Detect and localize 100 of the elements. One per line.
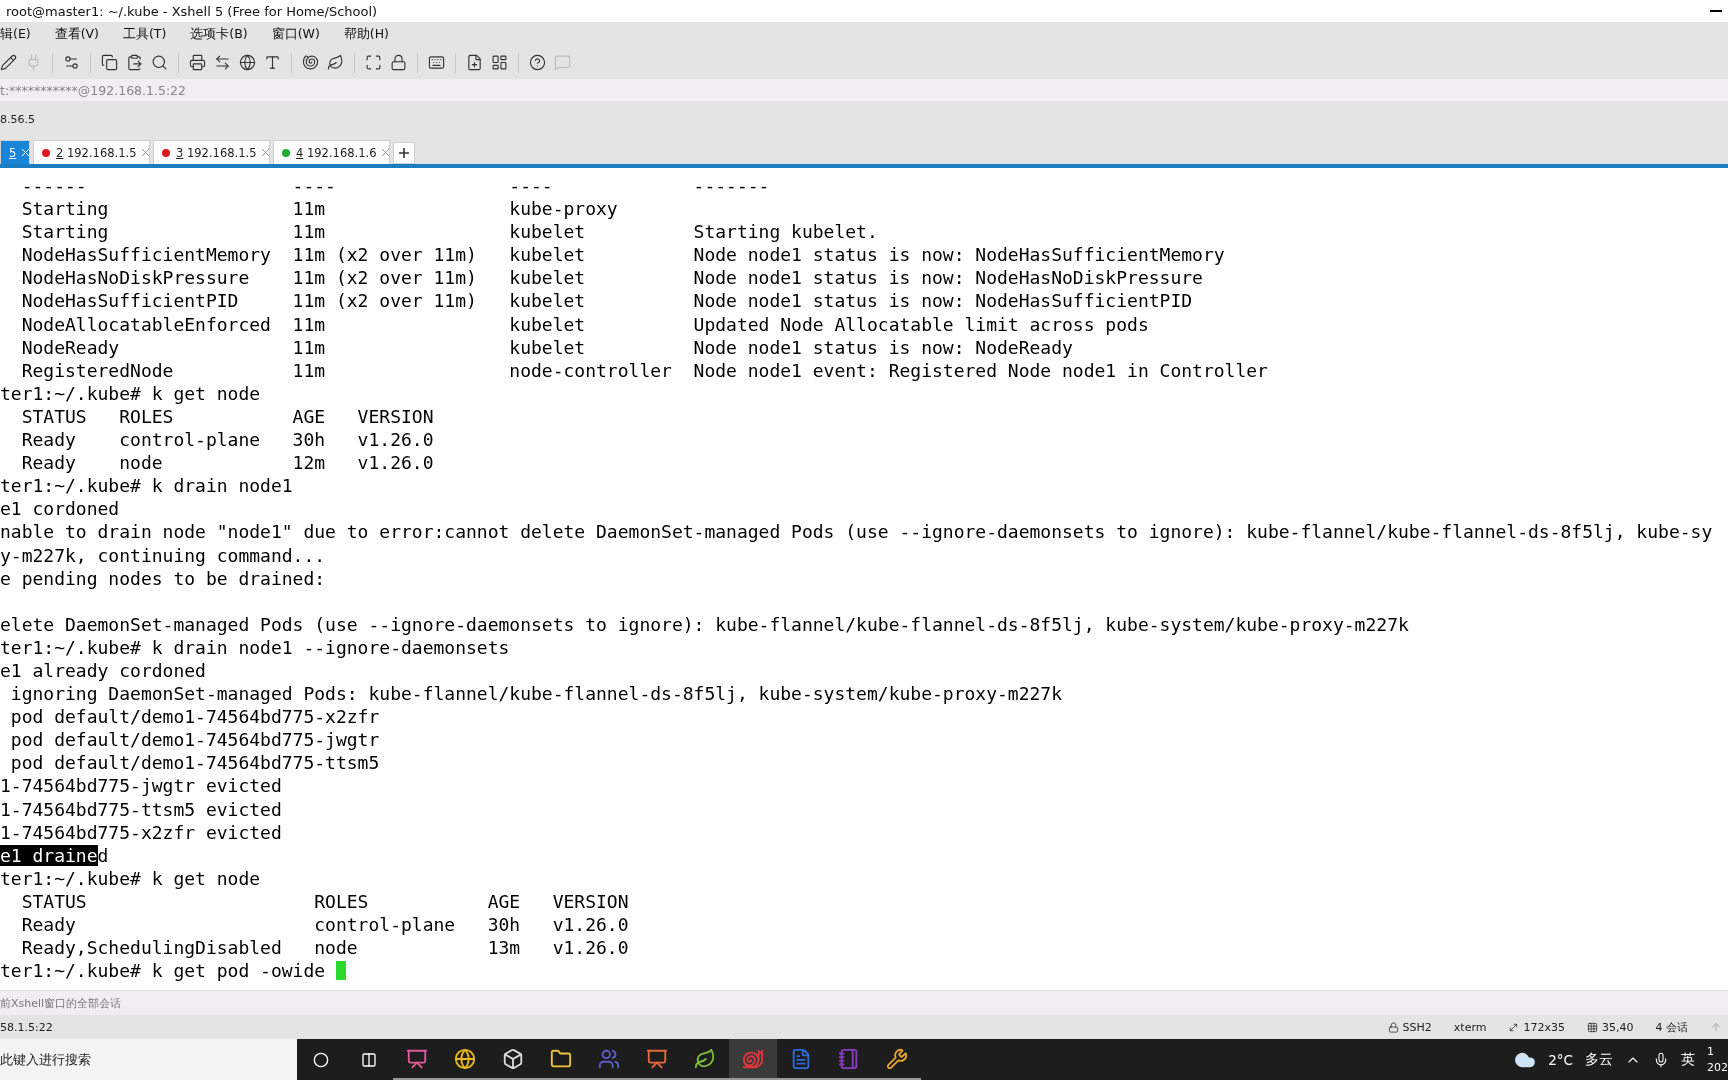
terminal-line: ------ ---- ---- -------	[20, 175, 770, 196]
leaf-icon	[694, 1047, 716, 1070]
layout-button[interactable]	[491, 54, 508, 71]
terminal-line: d	[97, 844, 109, 866]
position-label: 35,40	[1602, 1020, 1634, 1034]
clock-time: 1	[1707, 1043, 1715, 1060]
session-tab[interactable]: 5	[0, 140, 30, 164]
menu-item[interactable]: 工具(T)	[122, 25, 167, 43]
clock-date: 202	[1707, 1059, 1728, 1076]
paste-button[interactable]	[126, 54, 143, 71]
terminal-line: STATUS ROLES AGE VERSION	[20, 890, 629, 912]
protocol-label: SSH2	[1402, 1020, 1432, 1034]
menu-item[interactable]: 帮助(H)	[343, 25, 389, 43]
circle-icon	[313, 1051, 329, 1068]
resize-icon	[1508, 1021, 1520, 1033]
menu-item[interactable]: 选项卡(B)	[190, 25, 248, 43]
weather-label: 多云	[1585, 1050, 1613, 1069]
terminal-line: Starting 11m kubelet Starting kubelet.	[20, 221, 878, 243]
terminal-line: e pending nodes to be drained:	[0, 567, 326, 589]
close-icon[interactable]	[142, 149, 150, 156]
microphone-icon	[1653, 1051, 1669, 1068]
terminal-line: 1-74564bd775-x2zfr evicted	[0, 821, 282, 843]
wrench-icon	[886, 1047, 908, 1070]
lock-button[interactable]	[390, 54, 407, 71]
connection-address: 58.1.5:22	[0, 1020, 53, 1034]
new-file-button[interactable]	[466, 54, 483, 71]
printer-button[interactable]	[189, 54, 206, 71]
shell-button[interactable]	[302, 54, 319, 71]
fullscreen-button[interactable]	[365, 54, 382, 71]
add-tab-button[interactable]	[393, 142, 415, 164]
position-icon	[1587, 1021, 1598, 1033]
session-tab[interactable]: 3 192.168.1.5	[153, 140, 270, 164]
terminal-line: ter1:~/.kube# k get pod -owide	[0, 960, 327, 982]
input-method-label[interactable]: 英	[1681, 1050, 1695, 1069]
session-tab[interactable]: 2 192.168.1.5	[33, 140, 150, 164]
terminal-line: NodeHasNoDiskPressure 11m (x2 over 11m) kubelet Node node1 status is now: NodeHasNoDiskPressure	[20, 267, 1203, 289]
people-icon	[598, 1047, 620, 1070]
minimize-icon	[1710, 10, 1722, 12]
terminal-line: 1-74564bd775-ttsm5 evicted	[0, 798, 282, 820]
globe-button[interactable]	[239, 54, 256, 71]
terminal-line: Ready,SchedulingDisabled node 13m v1.26.0	[20, 937, 629, 959]
terminal-line: STATUS ROLES AGE VERSION	[20, 405, 434, 427]
plus-icon	[399, 148, 409, 158]
terminal-line: ter1:~/.kube# k drain node1 --ignore-daemonsets	[0, 636, 510, 658]
terminal-line: ter1:~/.kube# k get node	[0, 867, 261, 889]
menu-item[interactable]: 辑(E)	[0, 25, 31, 43]
window-title: root@master1: ~/.kube - Xshell 5 (Free for Home/School)	[6, 3, 378, 19]
terminal-line: Ready control-plane 30h v1.26.0	[20, 429, 434, 451]
cube-icon	[502, 1047, 524, 1070]
copy-button[interactable]	[101, 54, 118, 71]
selected-text: e1 draine	[0, 844, 98, 866]
session-tab[interactable]: 4 192.168.1.6	[273, 140, 390, 164]
terminal-line: elete DaemonSet-managed Pods (use --ignore-daemonsets to ignore): kube-flannel/kube-flannel-ds-8f5lj, kube-system/kube-proxy-m227k	[0, 613, 1409, 635]
task-view-icon	[361, 1051, 377, 1068]
menu-item[interactable]: 查看(V)	[54, 25, 99, 43]
terminal-line: Starting 11m kube-proxy	[20, 198, 618, 220]
terminal-line: nable to drain node "node1" due to error:cannot delete DaemonSet-managed Pods (use --ignore-daemonsets to ignore): kube-flannel/kube-flannel-ds-8f5lj, kube-sy	[0, 521, 1713, 543]
temperature-label: 2°C	[1548, 1051, 1573, 1068]
terminal-line: pod default/demo1-74564bd775-jwgtr	[9, 729, 380, 751]
globe-icon	[454, 1047, 476, 1070]
close-icon[interactable]	[262, 149, 270, 156]
terminal-line: e1 cordoned	[0, 498, 120, 520]
snail-app-button[interactable]	[729, 1039, 777, 1080]
keyboard-button[interactable]	[428, 54, 445, 71]
folder-icon	[550, 1047, 572, 1070]
pencil-button[interactable]	[0, 54, 17, 71]
terminal-line: NodeHasSufficientPID 11m (x2 over 11m) kubelet Node node1 status is now: NodeHasSufficientPID	[20, 290, 1193, 312]
terminal-line: NodeAllocatableEnforced 11m kubelet Updated Node Allocatable limit across pods	[20, 313, 1149, 335]
terminal-line: e1 already cordoned	[0, 659, 206, 681]
terminal-line: RegisteredNode 11m node-controller Node node1 event: Registered Node node1 in Controller	[20, 359, 1268, 381]
arrow-up-icon	[1710, 1021, 1722, 1033]
search-button[interactable]	[151, 54, 168, 71]
document-icon	[790, 1047, 812, 1070]
size-label: 172x35	[1523, 1020, 1565, 1034]
terminal-line: NodeReady 11m kubelet Node node1 status is now: NodeReady	[20, 336, 1073, 358]
terminal-line: y-m227k, continuing command...	[0, 544, 326, 566]
terminal-line: ter1:~/.kube# k drain node1	[0, 475, 293, 497]
terminal-line: ter1:~/.kube# k get node	[0, 382, 261, 404]
snail-icon	[742, 1047, 764, 1070]
terminal-line: 1-74564bd775-jwgtr evicted	[0, 775, 282, 797]
terminal-line: pod default/demo1-74564bd775-x2zfr	[9, 706, 380, 728]
compose-bar-label: 前Xshell窗口的全部会话	[0, 995, 122, 1011]
terminal-line: NodeHasSufficientMemory 11m (x2 over 11m) kubelet Node node1 status is now: NodeHasSufficientMemory	[20, 244, 1225, 266]
notebook-icon	[838, 1047, 860, 1070]
session-label: 8.56.5	[0, 113, 35, 126]
terminal-line: pod default/demo1-74564bd775-ttsm5	[9, 752, 380, 774]
close-icon[interactable]	[382, 149, 390, 156]
leaf-button[interactable]	[327, 54, 344, 71]
lock-icon	[1387, 1021, 1399, 1033]
presentation-icon	[646, 1047, 668, 1070]
sessions-label: 4 会话	[1655, 1019, 1688, 1035]
help-button[interactable]	[529, 54, 546, 71]
terminal-line: Ready control-plane 30h v1.26.0	[20, 914, 629, 935]
menu-item[interactable]: 窗口(W)	[271, 25, 320, 43]
settings-button[interactable]	[63, 54, 80, 71]
search-field[interactable]: 此键入进行搜索	[0, 1039, 297, 1080]
terminal-line: ignoring DaemonSet-managed Pods: kube-flannel/kube-flannel-ds-8f5lj, kube-system/kube-proxy-m227k	[9, 683, 1063, 705]
transfer-button[interactable]	[214, 54, 231, 71]
font-button[interactable]	[264, 54, 281, 71]
terminal-line: Ready node 12m v1.26.0	[20, 452, 434, 474]
